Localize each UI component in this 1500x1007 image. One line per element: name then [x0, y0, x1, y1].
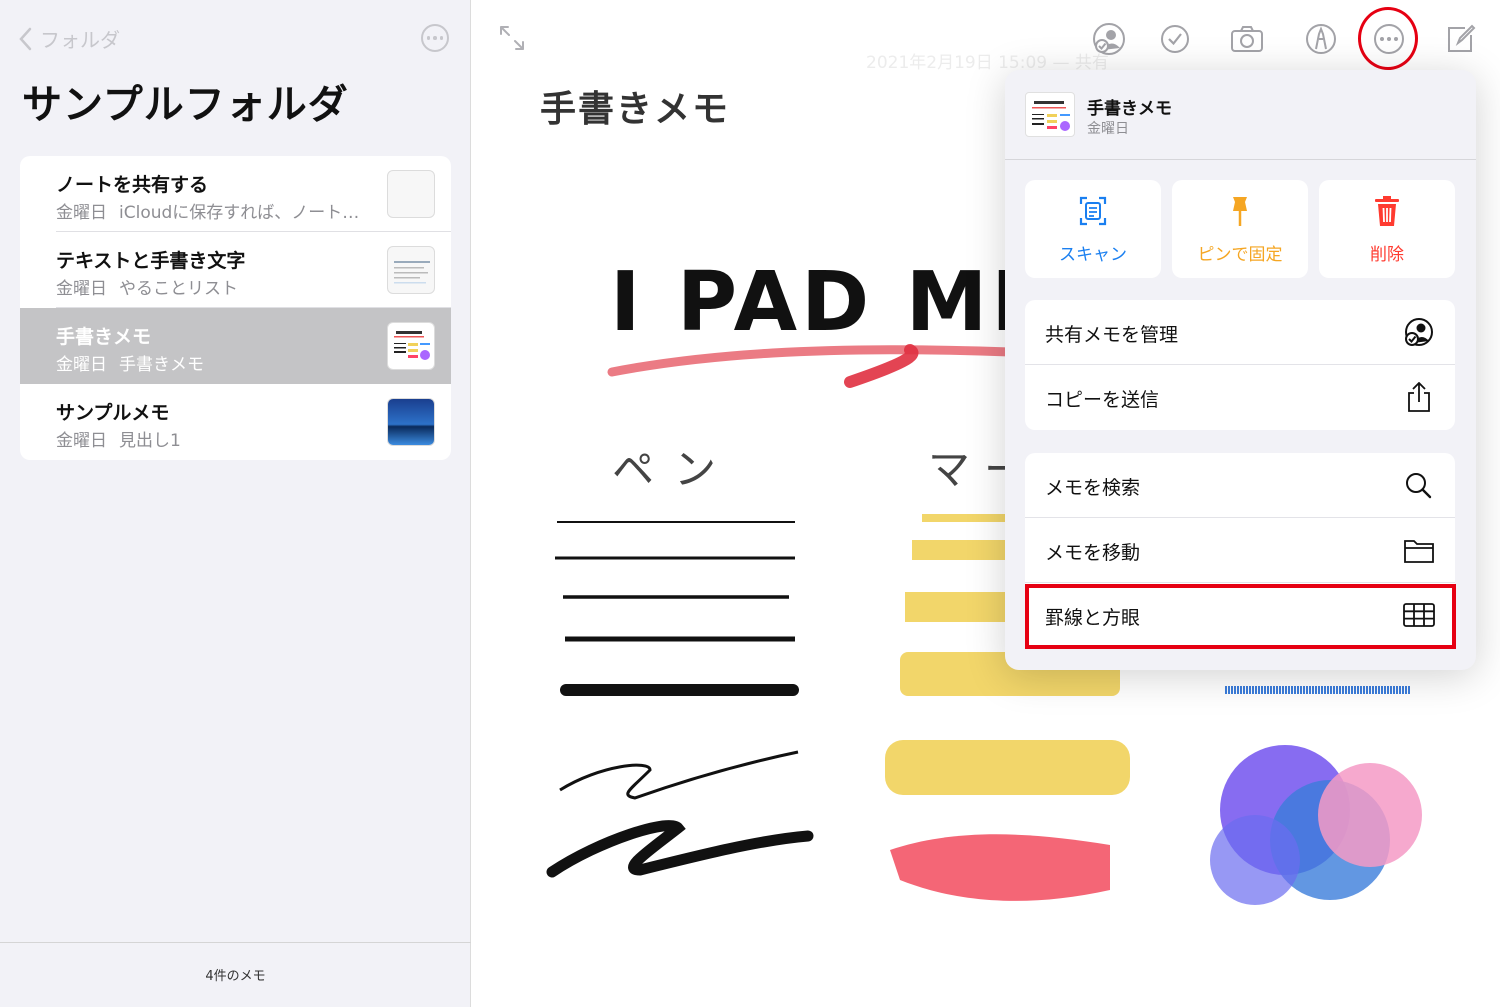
- back-label: フォルダ: [40, 28, 120, 52]
- markup-pen-icon[interactable]: [1304, 22, 1338, 56]
- note-title-heading[interactable]: 手書きメモ: [540, 80, 730, 132]
- pin-button[interactable]: ピンで固定: [1172, 180, 1308, 278]
- trash-icon: [1375, 196, 1399, 226]
- send-copy-item[interactable]: コピーを送信: [1025, 365, 1455, 430]
- scan-button[interactable]: スキャン: [1025, 180, 1161, 278]
- manage-share-icon: [1405, 318, 1433, 346]
- expand-icon[interactable]: [498, 24, 526, 52]
- annotation-highlight-box: [1025, 584, 1456, 649]
- list-item-selected[interactable]: 手書きメモ 金曜日 手書きメモ: [20, 308, 451, 384]
- note-thumbnail: [387, 246, 435, 294]
- pin-label: ピンで固定: [1197, 245, 1283, 265]
- note-title: テキストと手書き文字: [56, 250, 246, 272]
- note-date: 金曜日: [56, 203, 107, 223]
- menu-item-label: 共有メモを管理: [1045, 324, 1179, 346]
- note-preview: 手書きメモ: [119, 355, 204, 375]
- popover-note-date: 金曜日: [1087, 121, 1129, 137]
- note-date: 金曜日: [56, 431, 107, 451]
- annotation-circle: [1358, 7, 1418, 70]
- note-count: 4件のメモ: [0, 942, 471, 1007]
- list-item[interactable]: テキストと手書き文字 金曜日 やることリスト: [20, 232, 451, 308]
- sidebar-more-button[interactable]: [421, 24, 449, 52]
- note-preview: 見出し1: [119, 431, 181, 451]
- note-date: 金曜日: [56, 355, 107, 375]
- popover-header: 手書きメモ 金曜日: [1005, 70, 1476, 160]
- search-in-note-item[interactable]: メモを検索: [1025, 453, 1455, 518]
- menu-item-label: メモを検索: [1045, 477, 1141, 499]
- list-item[interactable]: サンプルメモ 金曜日 見出し1: [20, 384, 451, 460]
- list-item[interactable]: ノートを共有する 金曜日 iCloudに保存すれば、ノート…: [20, 156, 451, 232]
- compose-icon[interactable]: [1443, 22, 1477, 56]
- note-preview-thumbnail: [1025, 92, 1075, 137]
- manage-shared-note-item[interactable]: 共有メモを管理: [1025, 300, 1455, 365]
- note-thumbnail: [387, 322, 435, 370]
- checklist-icon[interactable]: [1158, 22, 1192, 56]
- menu-item-label: メモを移動: [1045, 542, 1141, 564]
- move-note-item[interactable]: メモを移動: [1025, 518, 1455, 583]
- note-thumbnail: [387, 170, 435, 218]
- popover-note-title: 手書きメモ: [1087, 99, 1172, 119]
- scan-label: スキャン: [1059, 245, 1127, 265]
- more-options-popover: 手書きメモ 金曜日 スキャン ピンで固定 削除 共有メモを管理 コピーを送信 メ…: [1005, 70, 1476, 670]
- note-list: ノートを共有する 金曜日 iCloudに保存すれば、ノート… テキストと手書き文字…: [20, 156, 451, 460]
- folder-icon: [1404, 540, 1434, 563]
- share-menu-group: 共有メモを管理 コピーを送信: [1025, 300, 1455, 430]
- note-preview: iCloudに保存すれば、ノート…: [119, 203, 360, 223]
- camera-icon[interactable]: [1230, 22, 1264, 56]
- pin-icon: [1233, 197, 1247, 226]
- notes-sidebar: フォルダ サンプルフォルダ ノートを共有する 金曜日 iCloudに保存すれば、ノ…: [0, 0, 471, 1007]
- note-date: 金曜日: [56, 279, 107, 299]
- folder-title: サンプルフォルダ: [22, 82, 349, 128]
- pen-column-label: ペン: [612, 445, 736, 494]
- note-title: サンプルメモ: [56, 402, 170, 424]
- note-preview: やることリスト: [119, 279, 238, 299]
- delete-button[interactable]: 削除: [1319, 180, 1455, 278]
- note-title: 手書きメモ: [56, 326, 152, 348]
- delete-label: 削除: [1370, 245, 1404, 265]
- menu-item-label: コピーを送信: [1045, 389, 1160, 411]
- chevron-left-icon: [19, 27, 32, 50]
- back-to-folders-button[interactable]: フォルダ: [18, 24, 120, 53]
- scan-icon: [1079, 196, 1107, 226]
- search-icon: [1406, 473, 1432, 499]
- note-thumbnail: [387, 398, 435, 446]
- share-upload-icon: [1408, 382, 1430, 412]
- note-title: ノートを共有する: [56, 174, 209, 196]
